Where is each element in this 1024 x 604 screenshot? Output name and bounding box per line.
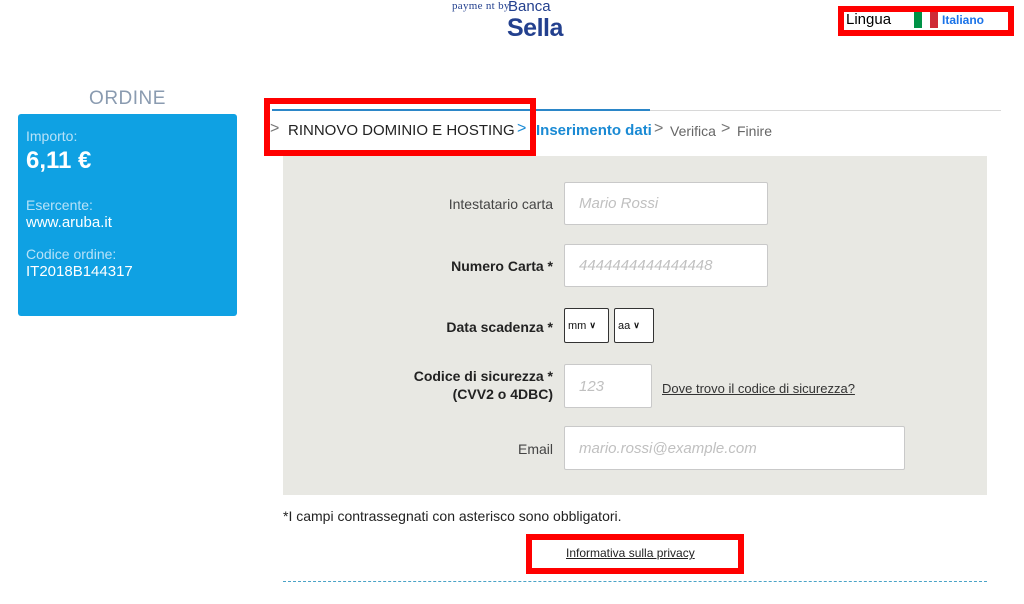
- required-fields-note: *I campi contrassegnati con asterisco so…: [283, 508, 622, 524]
- step-product: RINNOVO DOMINIO E HOSTING: [288, 122, 515, 139]
- holder-label: Intestatario carta: [448, 196, 553, 212]
- card-number-label: Numero Carta *: [451, 258, 553, 274]
- cvv-sublabel: (CVV2 o 4DBC): [452, 386, 553, 402]
- language-label: Lingua: [846, 11, 892, 28]
- card-number-input[interactable]: 4444444444444448: [564, 244, 768, 287]
- order-code-label: Codice ordine:: [26, 246, 117, 262]
- expiry-year-value: aa: [618, 319, 631, 332]
- chevron-right-icon: >: [517, 120, 527, 137]
- payment-by-label: payme nt by: [452, 0, 510, 12]
- brand-sella: Sella: [507, 14, 563, 42]
- cvv-label: Codice di sicurezza *: [413, 368, 553, 384]
- chevron-down-icon: ∨: [589, 320, 596, 330]
- expiry-month-value: mm: [568, 319, 587, 332]
- step-inserimento-dati: Inserimento dati: [536, 122, 652, 139]
- chevron-right-icon: >: [654, 120, 664, 137]
- italian-flag-icon[interactable]: [914, 12, 938, 28]
- cvv-help-link[interactable]: Dove trovo il codice di sicurezza?: [662, 381, 855, 396]
- order-amount: 6,11 €: [26, 147, 92, 174]
- amount-label: Importo:: [26, 128, 78, 144]
- step-verifica: Verifica: [670, 123, 716, 139]
- order-title: ORDINE: [89, 88, 166, 109]
- footer-divider: [283, 581, 987, 582]
- merchant-label: Esercente:: [26, 197, 93, 213]
- expiry-month-select[interactable]: mm ∨: [564, 308, 609, 343]
- language-select[interactable]: Italiano: [942, 13, 984, 27]
- chevron-right-icon: >: [721, 120, 731, 137]
- brand-banca: Banca: [508, 0, 551, 15]
- merchant-value: www.aruba.it: [26, 214, 112, 231]
- chevron-right-icon: >: [270, 120, 280, 137]
- cvv-input[interactable]: 123: [564, 364, 652, 408]
- chevron-down-icon: ∨: [633, 320, 640, 330]
- order-code-value: IT2018B144317: [26, 263, 133, 280]
- expiry-year-select[interactable]: aa ∨: [614, 308, 654, 343]
- expiry-label: Data scadenza *: [446, 319, 553, 335]
- email-label: Email: [517, 441, 553, 457]
- step-finire: Finire: [737, 123, 773, 139]
- privacy-link[interactable]: Informativa sulla privacy: [566, 546, 695, 560]
- email-input[interactable]: mario.rossi@example.com: [564, 426, 905, 470]
- card-holder-input[interactable]: Mario Rossi: [564, 182, 768, 225]
